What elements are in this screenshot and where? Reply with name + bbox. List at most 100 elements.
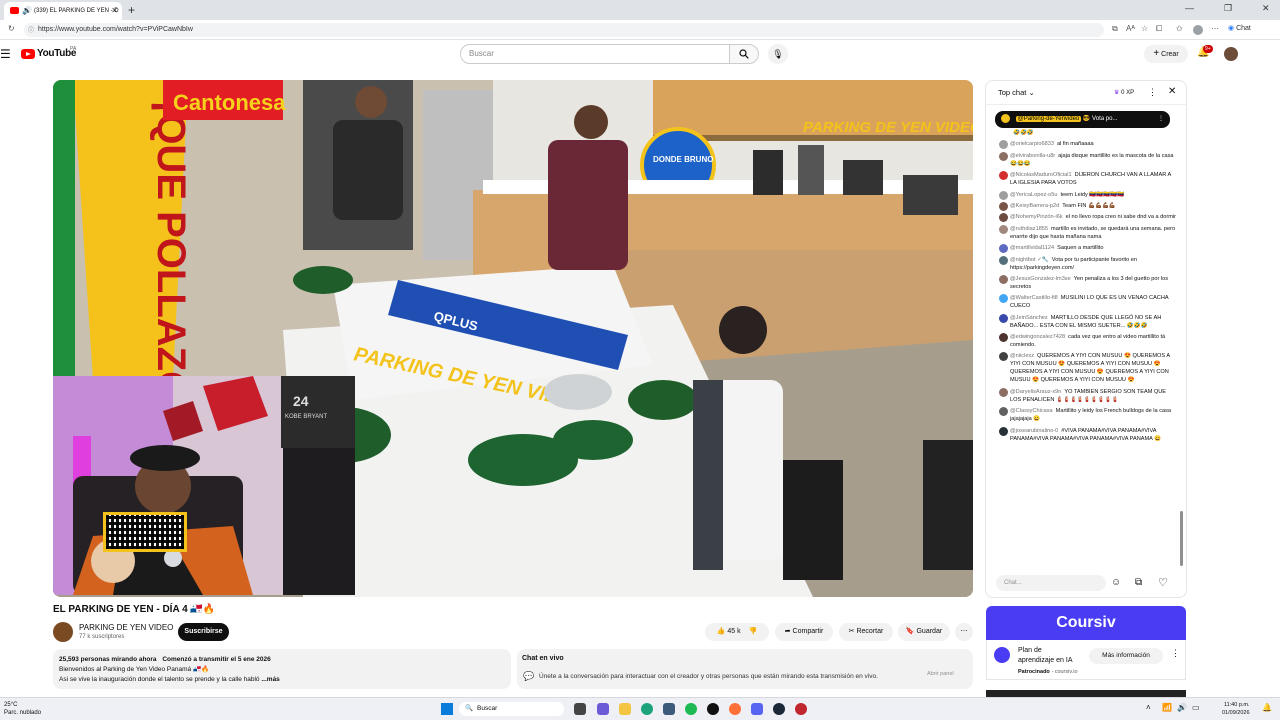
site-info-icon[interactable]: ⓘ [28,25,34,34]
spotify-icon[interactable] [685,703,697,715]
copilot-app-icon[interactable] [597,703,609,715]
more-actions-button[interactable]: ⋯ [955,623,973,641]
close-chat-icon[interactable]: ✕ [1168,86,1176,97]
emoji-icon[interactable]: ☺ [1111,577,1121,588]
chat-author[interactable]: @YericaLopez-o5u [1010,192,1057,198]
address-bar[interactable]: https://www.youtube.com/watch?v=PViPCawN… [24,23,1104,37]
description-box[interactable]: 25,593 personas mirando ahora Comenzó a … [53,649,511,689]
chat-author[interactable]: @JesusGonzalez-lm3se [1010,276,1071,282]
chat-author[interactable]: @NohemyPinzón-i6k [1010,214,1063,220]
clock[interactable]: 11:40 p.m. 01/09/2026 [1222,701,1250,717]
taskbar-search[interactable]: 🔍 Buscar [459,702,564,716]
extensions-icon[interactable]: ⧠ [1156,24,1162,34]
chat-author[interactable]: @orielcarpio6833 [1010,141,1054,147]
more-menu-icon[interactable]: ⋯ [1211,24,1219,33]
browser-tab[interactable]: 🔊 (339) EL PARKING DE YEN - D ✕ [4,2,122,20]
close-window-icon[interactable]: ✕ [1262,3,1270,14]
heart-icon[interactable]: ♡ [1158,576,1168,589]
video-player[interactable]: ¡QUE POLLAZO Cantonesa PARKING DE YEN VI… [53,80,973,597]
ad-menu-icon[interactable]: ⋮ [1171,648,1180,659]
super-chat-icon[interactable]: ⧉ [1135,577,1142,588]
chat-message[interactable]: @DaryelisArauz-x9n YO TAMBIEN SERGIO SON … [990,387,1176,404]
chat-author[interactable]: @WalterCastillo-fi8 [1010,295,1058,301]
chat-input[interactable]: Chat... [996,575,1106,591]
favorites-icon[interactable]: ✩ [1176,24,1183,33]
dislike-button[interactable]: 👎 [743,628,758,635]
chat-message[interactable]: @martillvidal1124 Saquen a martillito [990,244,1176,254]
wifi-icon[interactable]: 📶 [1162,703,1172,712]
start-icon[interactable] [441,703,453,715]
firefox-icon[interactable] [729,703,741,715]
battery-icon[interactable]: ▭ [1192,703,1200,712]
chat-message[interactable]: @NohemyPinzón-i6k el no llevo ropa creo n… [990,213,1176,223]
discord-icon[interactable] [751,703,763,715]
chat-message[interactable]: @NicolasMaduroOficial1 DIJERON CHURCH VAN… [990,171,1176,187]
save-button[interactable]: 🔖 Guardar [898,623,950,641]
ad-banner[interactable]: Coursiv [986,606,1186,640]
chat-message[interactable]: @josearubinalino-0 #VIVA PANAMA#VIVA PANA… [990,426,1176,443]
hamburger-menu-icon[interactable]: ☰ [0,47,11,61]
translate-icon[interactable]: ⧉ [1112,24,1118,34]
app-icon[interactable] [795,703,807,715]
notification-center-icon[interactable]: 🔔 [1262,703,1272,712]
app-icon[interactable] [663,703,675,715]
chat-message[interactable]: @niiclexz QUEREMOS A YIYI CON MUSUU 😍 QUE… [990,352,1176,384]
chat-menu-icon[interactable]: ⋮ [1148,87,1157,98]
tray-chevron-icon[interactable]: ˄ [1146,703,1151,712]
chat-message[interactable]: @JesusGonzalez-lm3se Yen penaliza a los 3… [990,274,1176,291]
pinned-message[interactable]: @Parking-de-Yenvideo 😎 Vota po... ⋮ [995,111,1170,128]
chat-author[interactable]: @nightbot ✓🔧 [1010,257,1049,263]
file-explorer-icon[interactable] [619,703,631,715]
voice-search-button[interactable]: 🎙 [768,44,788,64]
chat-author[interactable]: @NicolasMaduroOficial1 [1010,172,1072,178]
weather-icon[interactable]: 25°C Parc. nublado [4,701,41,717]
show-more-link[interactable]: ...más [261,676,279,683]
steam-icon[interactable] [773,703,785,715]
create-button[interactable]: + Crear [1144,45,1188,63]
chat-author[interactable]: @ruthdiaz1855 [1010,226,1048,232]
copilot-chat-button[interactable]: ◉ Chat [1228,24,1251,32]
chat-message[interactable]: @edwingonzalez7428 cada vez que entro al … [990,333,1176,349]
top-chat-dropdown[interactable]: Top chat ⌄ [998,88,1035,97]
close-tab-icon[interactable]: ✕ [111,2,118,20]
chat-message[interactable]: @orielcarpio6833 al fin mañaaaa [990,140,1176,150]
chat-author[interactable]: @KeisyBarrera-p2d [1010,203,1059,209]
reload-icon[interactable]: ↻ [8,24,15,33]
task-view-icon[interactable] [574,703,586,715]
chat-message[interactable]: @WalterCastillo-fi8 MUSILINI LO QUE ES UN… [990,294,1176,310]
pinned-menu-icon[interactable]: ⋮ [1158,111,1164,128]
chat-scrollbar[interactable] [1180,511,1183,566]
chat-author[interactable]: @JeinSánchez [1010,315,1048,321]
channel-avatar[interactable] [53,622,73,642]
like-button[interactable]: 👍 45 k [717,628,743,635]
profile-icon[interactable] [1193,25,1203,35]
youtube-logo-icon[interactable] [21,49,35,59]
minimize-icon[interactable]: — [1185,3,1194,13]
edge-icon[interactable] [641,703,653,715]
chat-message[interactable]: @KeisyBarrera-p2d Team FIN 💪🏾💪🏾💪🏾💪🏾 [990,201,1176,211]
xp-badge[interactable]: ♛ 0 XP [1114,89,1134,96]
volume-icon[interactable]: 🔊 [1177,703,1187,712]
chat-message[interactable]: @YericaLopez-o5u teem Leidy 🇻🇪🇻🇪🇻🇪🇻🇪🇻🇪 [990,190,1176,200]
chat-message[interactable]: @nightbot ✓🔧 Vota por tu participante fav… [990,255,1176,272]
chat-author[interactable]: @niiclexz [1010,353,1034,359]
app-icon[interactable] [707,703,719,715]
chat-author[interactable]: @josearubinalino-0 [1010,428,1058,434]
chat-author[interactable]: @martillvidal1124 [1010,245,1054,251]
user-avatar[interactable] [1224,47,1238,61]
new-tab-button[interactable]: + [128,2,135,18]
chat-message[interactable]: @JeinSánchez MARTILLO DESDE QUE LLEGÓ NO … [990,313,1176,330]
chat-message[interactable]: @elvirabonilla-u8r ajaja disque martillit… [990,151,1176,168]
chat-author[interactable]: @edwingonzalez7428 [1010,334,1065,340]
ad-title[interactable]: Plan de aprendizaje en IA [1018,646,1078,666]
chat-author[interactable]: @ClassyChicasa [1010,408,1053,414]
chat-message[interactable]: @ClassyChicasa Martillito y leidy los Fre… [990,407,1176,423]
maximize-icon[interactable]: ❐ [1224,3,1232,14]
clip-button[interactable]: ✂ Recortar [839,623,893,641]
speaker-icon[interactable]: 🔊 [22,2,32,20]
share-button[interactable]: ➦ Compartir [775,623,833,641]
chat-author[interactable]: @DaryelisArauz-x9n [1010,389,1061,395]
chat-author[interactable]: @elvirabonilla-u8r [1010,153,1055,159]
search-button[interactable] [729,44,759,64]
favorite-star-icon[interactable]: ☆ [1141,24,1148,33]
